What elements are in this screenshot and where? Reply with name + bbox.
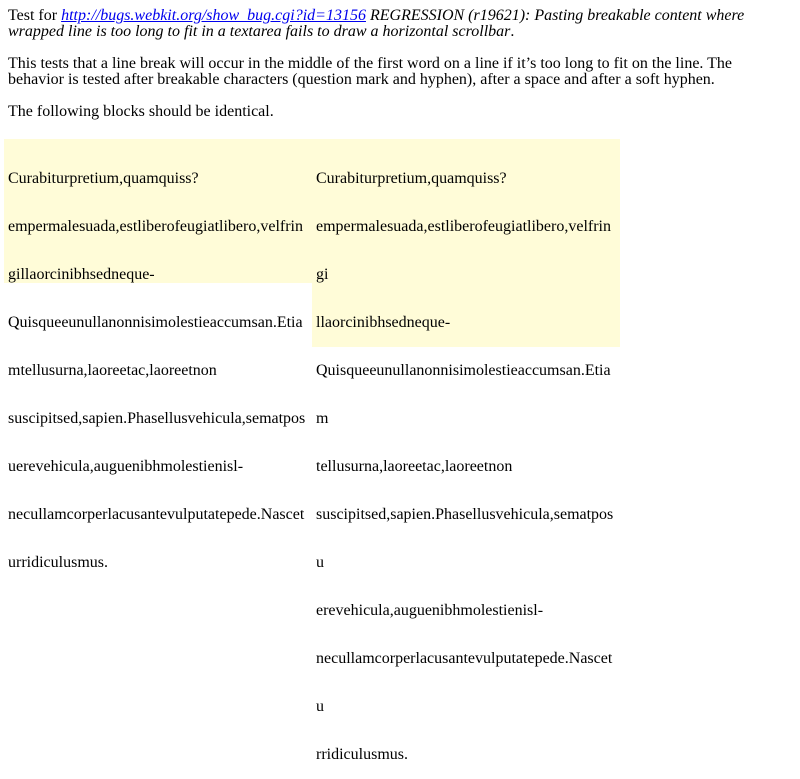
right-block-line: tellusurna,laoreetac,laoreetnon bbox=[316, 458, 513, 475]
left-block-line: Quisqueeunullanonnisimolestieaccumsan.Et… bbox=[8, 314, 303, 331]
right-block-line: m bbox=[316, 410, 329, 427]
intro-desc-line2: wrapped line is too long to fit in a tex… bbox=[8, 23, 511, 40]
left-block-line: necullamcorperlacusantevulputatepede.Nas… bbox=[8, 506, 305, 523]
right-block-line: Quisqueeunullanonnisimolestieaccumsan.Et… bbox=[316, 362, 611, 379]
explanation-line2: behavior is tested after breakable chara… bbox=[8, 71, 715, 88]
left-block-line: gillaorcinibhsedneque- bbox=[8, 266, 155, 283]
right-block-line: gi bbox=[316, 266, 329, 283]
left-block-line: urridiculusmus. bbox=[8, 554, 108, 571]
right-block-line: u bbox=[316, 554, 324, 571]
left-block-line: empermalesuada,estliberofeugiatlibero,ve… bbox=[8, 218, 303, 235]
explanation-paragraph: This tests that a line break will occur … bbox=[8, 56, 792, 88]
intro-desc-line1: REGRESSION (r19621): Pasting breakable c… bbox=[365, 7, 745, 24]
instruction-text: The following blocks should be identical… bbox=[8, 103, 274, 120]
right-block-line: necullamcorperlacusantevulputatepede.Nas… bbox=[316, 650, 613, 667]
intro-prefix: Test for bbox=[8, 7, 62, 24]
test-page: Test for http://bugs.webkit.org/show_bug… bbox=[0, 0, 800, 128]
right-block-line: u bbox=[316, 698, 324, 715]
right-block-line: rridiculusmus. bbox=[316, 746, 408, 763]
intro-paragraph: Test for http://bugs.webkit.org/show_bug… bbox=[8, 8, 792, 40]
right-block-line: empermalesuada,estliberofeugiatlibero,ve… bbox=[316, 218, 611, 235]
right-block-line: erevehicula,auguenibhmolestienisl- bbox=[316, 602, 544, 619]
intro-desc-end: . bbox=[510, 23, 515, 40]
left-block-line: Curabiturpretium,quamquiss? bbox=[8, 170, 199, 187]
explanation-line1: This tests that a line break will occur … bbox=[8, 55, 732, 72]
bug-link[interactable]: http://bugs.webkit.org/show_bug.cgi?id=1… bbox=[61, 7, 366, 24]
right-block-line: llaorcinibhsedneque- bbox=[316, 314, 451, 331]
right-block-line: Curabiturpretium,quamquiss? bbox=[316, 170, 507, 187]
left-block[interactable]: Curabiturpretium,quamquiss? empermalesua… bbox=[4, 139, 312, 571]
left-block-line: uerevehicula,auguenibhmolestienisl- bbox=[8, 458, 244, 475]
right-block-line: suscipitsed,sapien.Phasellusvehicula,sem… bbox=[316, 506, 614, 523]
left-block-line: suscipitsed,sapien.Phasellusvehicula,sem… bbox=[8, 410, 306, 427]
right-block[interactable]: Curabiturpretium,quamquiss? empermalesua… bbox=[312, 139, 620, 763]
left-block-line: mtellusurna,laoreetac,laoreetnon bbox=[8, 362, 217, 379]
